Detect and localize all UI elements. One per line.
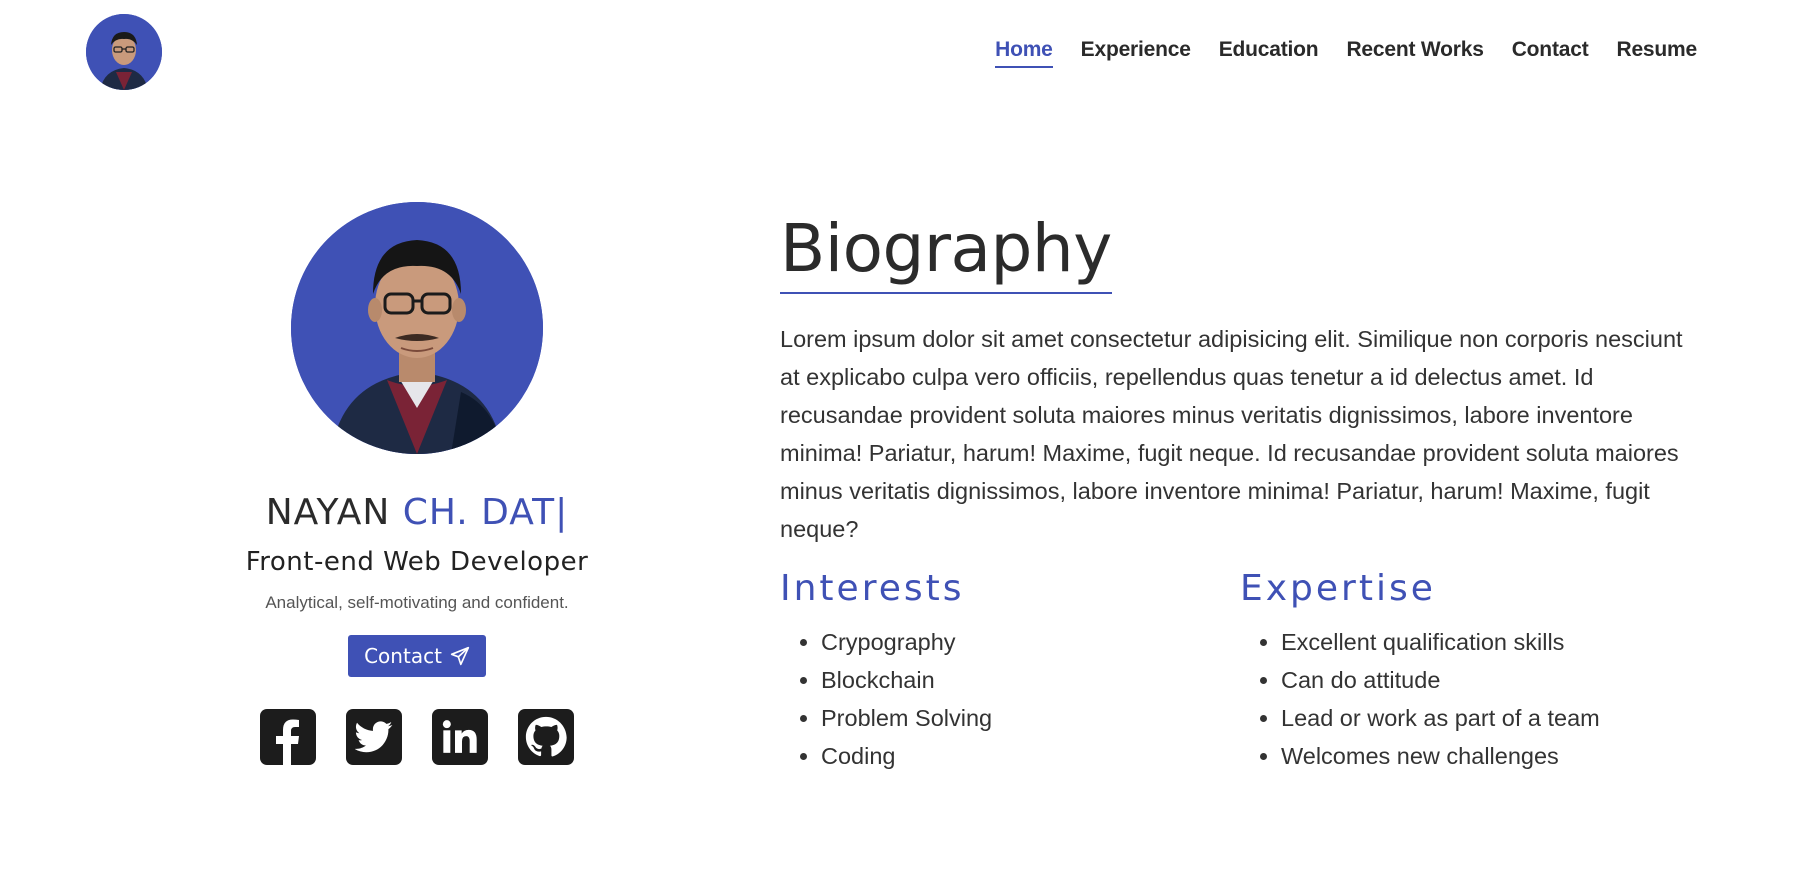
interests-title: Interests	[780, 568, 965, 609]
list-item: Coding	[821, 737, 1240, 775]
main-nav: Home Experience Education Recent Works C…	[995, 38, 1697, 68]
list-item: Welcomes new challenges	[1281, 737, 1700, 775]
biography-title: Biography	[780, 216, 1112, 294]
list-item: Blockchain	[821, 661, 1240, 699]
nav-link-recent-works[interactable]: Recent Works	[1346, 38, 1483, 68]
linkedin-icon[interactable]	[432, 709, 488, 765]
nav-avatar[interactable]	[86, 14, 162, 90]
list-item: Crypography	[821, 623, 1240, 661]
social-links	[210, 709, 624, 765]
list-item: Can do attitude	[1281, 661, 1700, 699]
biography-text: Lorem ipsum dolor sit amet consectetur a…	[780, 326, 1683, 542]
list-item: Excellent qualification skills	[1281, 623, 1700, 661]
nav-link-home[interactable]: Home	[995, 38, 1053, 68]
expertise-list: Excellent qualification skills Can do at…	[1281, 623, 1700, 775]
facebook-icon[interactable]	[260, 709, 316, 765]
profile-name-first: NAYAN	[265, 492, 403, 533]
person-portrait-icon	[291, 202, 543, 454]
expertise-column: Expertise Excellent qualification skills…	[1240, 568, 1700, 775]
nav-link-resume[interactable]: Resume	[1616, 38, 1697, 68]
profile-name-typed: CH. DAT	[402, 492, 556, 533]
profile-photo	[291, 202, 543, 454]
skills-lists: Interests Crypography Blockchain Problem…	[780, 568, 1700, 775]
list-item: Lead or work as part of a team	[1281, 699, 1700, 737]
expertise-title: Expertise	[1240, 568, 1436, 609]
nav-link-experience[interactable]: Experience	[1081, 38, 1191, 68]
nav-link-contact[interactable]: Contact	[1512, 38, 1589, 68]
contact-button[interactable]: Contact	[348, 635, 486, 677]
avatar-portrait-icon	[86, 14, 162, 90]
profile-role: Front-end Web Developer	[245, 547, 589, 577]
github-icon[interactable]	[518, 709, 574, 765]
paper-plane-icon	[450, 646, 470, 666]
profile-name: NAYAN CH. DAT|	[210, 492, 624, 533]
twitter-icon[interactable]	[346, 709, 402, 765]
biography-section: Biography Lorem ipsum dolor sit amet con…	[780, 216, 1700, 775]
nav-link-education[interactable]: Education	[1219, 38, 1319, 68]
profile-tagline: Analytical, self-motivating and confiden…	[265, 593, 569, 612]
interests-list: Crypography Blockchain Problem Solving C…	[821, 623, 1240, 775]
profile-card: NAYAN CH. DAT| Front-end Web Developer A…	[210, 202, 624, 765]
list-item: Problem Solving	[821, 699, 1240, 737]
contact-button-label: Contact	[364, 644, 442, 668]
interests-column: Interests Crypography Blockchain Problem…	[780, 568, 1240, 775]
typing-cursor: |	[555, 492, 569, 533]
